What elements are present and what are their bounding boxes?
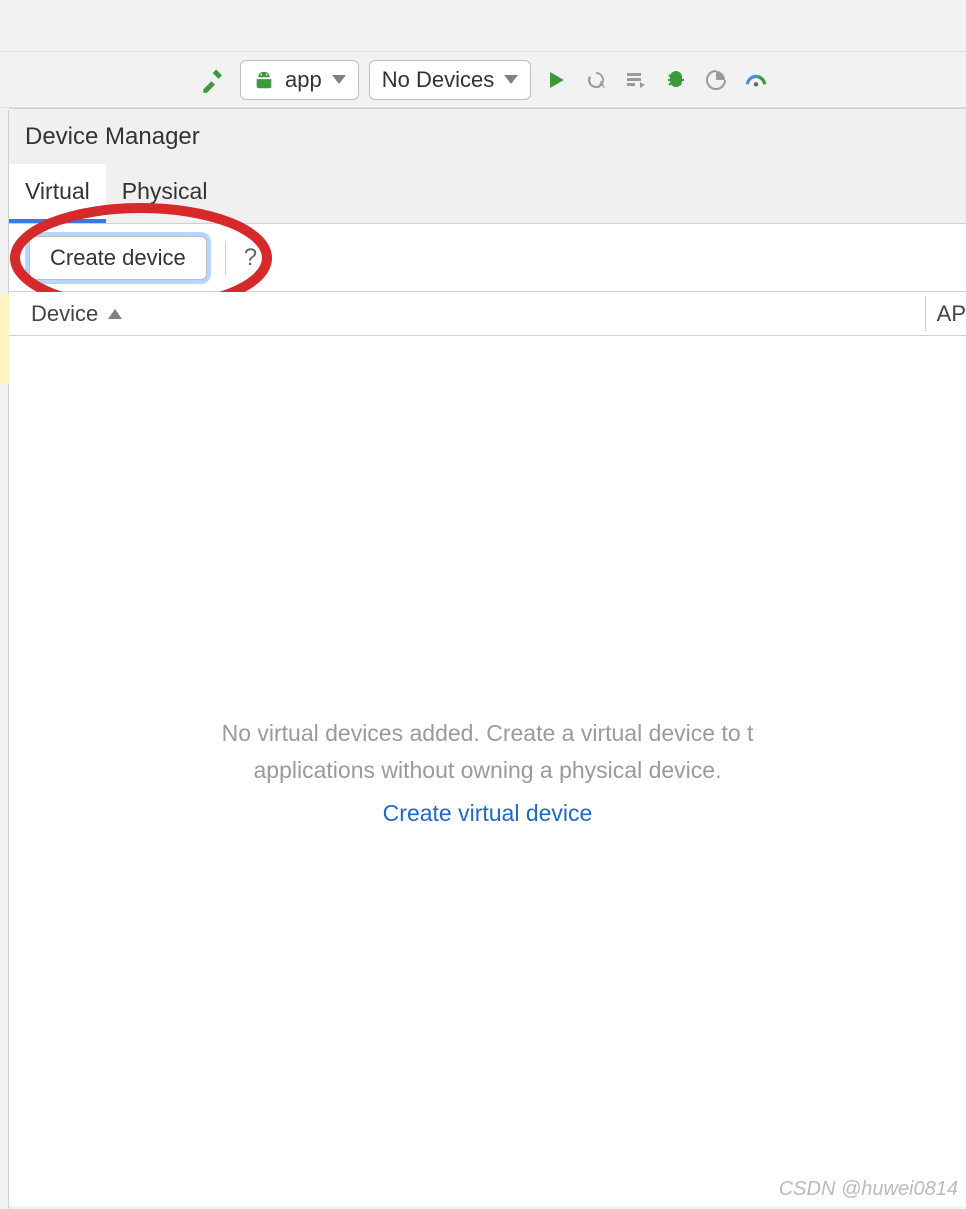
chevron-down-icon (504, 75, 518, 84)
column-device[interactable]: Device (31, 301, 98, 327)
table-header: Device AP (9, 292, 966, 336)
create-device-button[interactable]: Create device (29, 236, 207, 280)
android-icon (253, 69, 275, 91)
tab-virtual-label: Virtual (25, 178, 90, 205)
sort-asc-icon (108, 309, 122, 319)
run-icon[interactable] (541, 68, 571, 92)
column-api[interactable]: AP (937, 301, 966, 327)
device-tabs: Virtual Physical (9, 164, 966, 224)
tab-virtual[interactable]: Virtual (9, 164, 106, 223)
run-config-dropdown[interactable]: app (240, 60, 359, 100)
watermark: CSDN @huwei0814 (779, 1178, 958, 1201)
debug-icon[interactable] (661, 68, 691, 92)
tab-physical-label: Physical (122, 178, 208, 205)
device-dropdown[interactable]: No Devices (369, 60, 531, 100)
panel-title: Device Manager (25, 123, 200, 151)
empty-line-2: applications without owning a physical d… (254, 757, 722, 783)
run-config-label: app (285, 67, 322, 93)
apply-changes-icon[interactable]: A (581, 68, 611, 92)
panel-title-bar: Device Manager (9, 108, 966, 164)
chevron-down-icon (332, 75, 346, 84)
gutter-highlight (0, 294, 9, 384)
main-toolbar: app No Devices A (0, 52, 966, 108)
top-gray-strip (0, 0, 966, 52)
action-bar: Create device ? (9, 224, 966, 292)
column-divider (925, 296, 926, 331)
empty-message: No virtual devices added. Create a virtu… (222, 715, 754, 789)
gauge-icon[interactable] (741, 67, 771, 93)
help-icon[interactable]: ? (244, 244, 257, 272)
device-dropdown-label: No Devices (382, 67, 494, 93)
separator (225, 241, 226, 275)
profiler-icon[interactable] (701, 68, 731, 92)
empty-state: No virtual devices added. Create a virtu… (9, 336, 966, 1206)
build-icon[interactable] (200, 66, 230, 94)
empty-line-1: No virtual devices added. Create a virtu… (222, 720, 754, 746)
create-device-label: Create device (50, 245, 186, 271)
svg-text:A: A (598, 80, 605, 91)
tab-physical[interactable]: Physical (106, 164, 224, 223)
create-virtual-device-link[interactable]: Create virtual device (383, 800, 593, 827)
apply-code-changes-icon[interactable] (621, 68, 651, 92)
